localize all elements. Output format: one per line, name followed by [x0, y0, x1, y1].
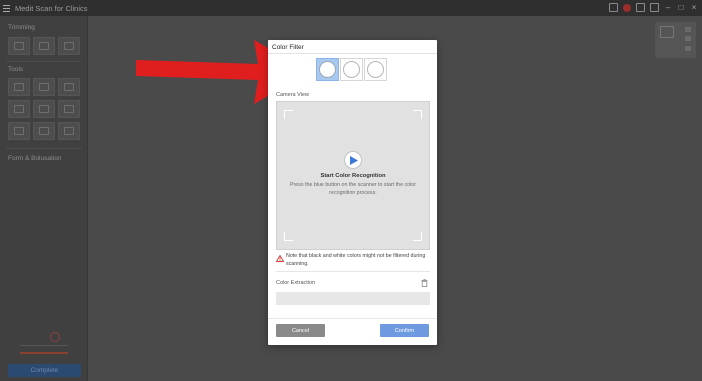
trim-icon	[14, 42, 24, 50]
color-extraction-label: Color Extraction	[276, 280, 316, 286]
screen-icon[interactable]	[609, 3, 618, 12]
title-bar: Medit Scan for Clinics – □ ×	[0, 0, 702, 16]
capture-icon[interactable]	[636, 3, 645, 12]
filter-circle-icon	[319, 61, 336, 78]
frame-corner	[413, 110, 422, 119]
tool-9[interactable]	[58, 122, 80, 140]
view-cube-icon[interactable]	[660, 26, 674, 38]
trim-tool-2[interactable]	[33, 37, 55, 55]
view-navigation-widget[interactable]	[655, 22, 696, 58]
frame-corner	[413, 232, 422, 241]
tool-7[interactable]	[8, 122, 30, 140]
filter-circle-icon	[343, 61, 360, 78]
minimize-icon[interactable]: –	[664, 3, 672, 12]
tools-row-2	[8, 100, 80, 118]
color-filter-dialog: Color Filter Camera View Start Color Rec…	[268, 40, 437, 345]
progress-slider[interactable]	[20, 352, 68, 354]
play-icon[interactable]	[344, 151, 362, 169]
view-option-icon[interactable]	[685, 46, 691, 51]
tool-ruler[interactable]	[58, 78, 80, 96]
tool-pointer[interactable]	[33, 78, 55, 96]
tool-4[interactable]	[8, 100, 30, 118]
left-panel: Trimming Tools Form & Bolusation	[0, 16, 88, 381]
maximize-icon[interactable]: □	[677, 3, 685, 12]
filter-option-3[interactable]	[364, 58, 387, 81]
divider	[268, 53, 437, 54]
color-extraction-bar	[276, 292, 430, 305]
tool-camera[interactable]	[33, 122, 55, 140]
camera-view: Start Color Recognition Press the blue b…	[276, 101, 430, 250]
view-option-icon[interactable]	[685, 27, 691, 32]
complete-button[interactable]: Complete	[8, 364, 81, 377]
trim-tool-3[interactable]	[58, 37, 80, 55]
trimming-tools	[8, 37, 80, 55]
view-option-icon[interactable]	[685, 36, 691, 41]
confirm-button[interactable]: Confirm	[380, 324, 429, 337]
trim-icon	[64, 42, 74, 50]
tool-search[interactable]	[8, 78, 30, 96]
tool-5[interactable]	[33, 100, 55, 118]
divider	[6, 61, 82, 62]
trash-icon[interactable]	[421, 279, 428, 287]
filter-circle-icon	[367, 61, 384, 78]
dialog-title: Color Filter	[272, 44, 304, 51]
warning-note: Note that black and white colors might n…	[286, 253, 426, 267]
tools-row-1	[8, 78, 80, 96]
ruler-icon	[64, 83, 74, 91]
divider	[276, 271, 430, 272]
close-icon[interactable]: ×	[690, 3, 698, 12]
filter-options	[316, 58, 387, 81]
camera-view-label: Camera View	[276, 92, 309, 98]
title-bar-controls: – □ ×	[609, 3, 698, 12]
frame-corner	[284, 232, 293, 241]
magnifier-icon	[14, 83, 24, 91]
record-icon[interactable]	[623, 3, 631, 12]
section-label-tools: Tools	[8, 66, 24, 73]
frame-corner	[284, 110, 293, 119]
pointer-icon	[39, 83, 49, 91]
trim-icon	[39, 42, 49, 50]
trim-tool-1[interactable]	[8, 37, 30, 55]
tool-icon	[14, 127, 24, 135]
slider-track[interactable]	[20, 345, 68, 346]
section-label-trimming: Trimming	[8, 24, 35, 31]
camera-icon	[39, 127, 49, 135]
cancel-button[interactable]: Cancel	[276, 324, 325, 337]
tools-row-3	[8, 122, 80, 140]
filter-option-2[interactable]	[340, 58, 363, 81]
tool-icon	[39, 105, 49, 113]
divider	[6, 148, 82, 149]
menu-icon[interactable]	[0, 0, 14, 16]
tool-6[interactable]	[58, 100, 80, 118]
tool-icon	[64, 105, 74, 113]
tool-icon	[14, 105, 24, 113]
filter-option-1[interactable]	[316, 58, 339, 81]
tool-icon	[64, 127, 74, 135]
app-title: Medit Scan for Clinics	[15, 3, 88, 13]
divider	[268, 318, 437, 319]
clock-icon	[50, 332, 60, 342]
start-color-recognition-description: Press the blue button on the scanner to …	[289, 182, 417, 196]
monitor-icon[interactable]	[650, 3, 659, 12]
warning-icon	[276, 255, 284, 262]
section-label-form: Form & Bolusation	[8, 155, 62, 162]
start-color-recognition-heading: Start Color Recognition	[320, 173, 386, 179]
